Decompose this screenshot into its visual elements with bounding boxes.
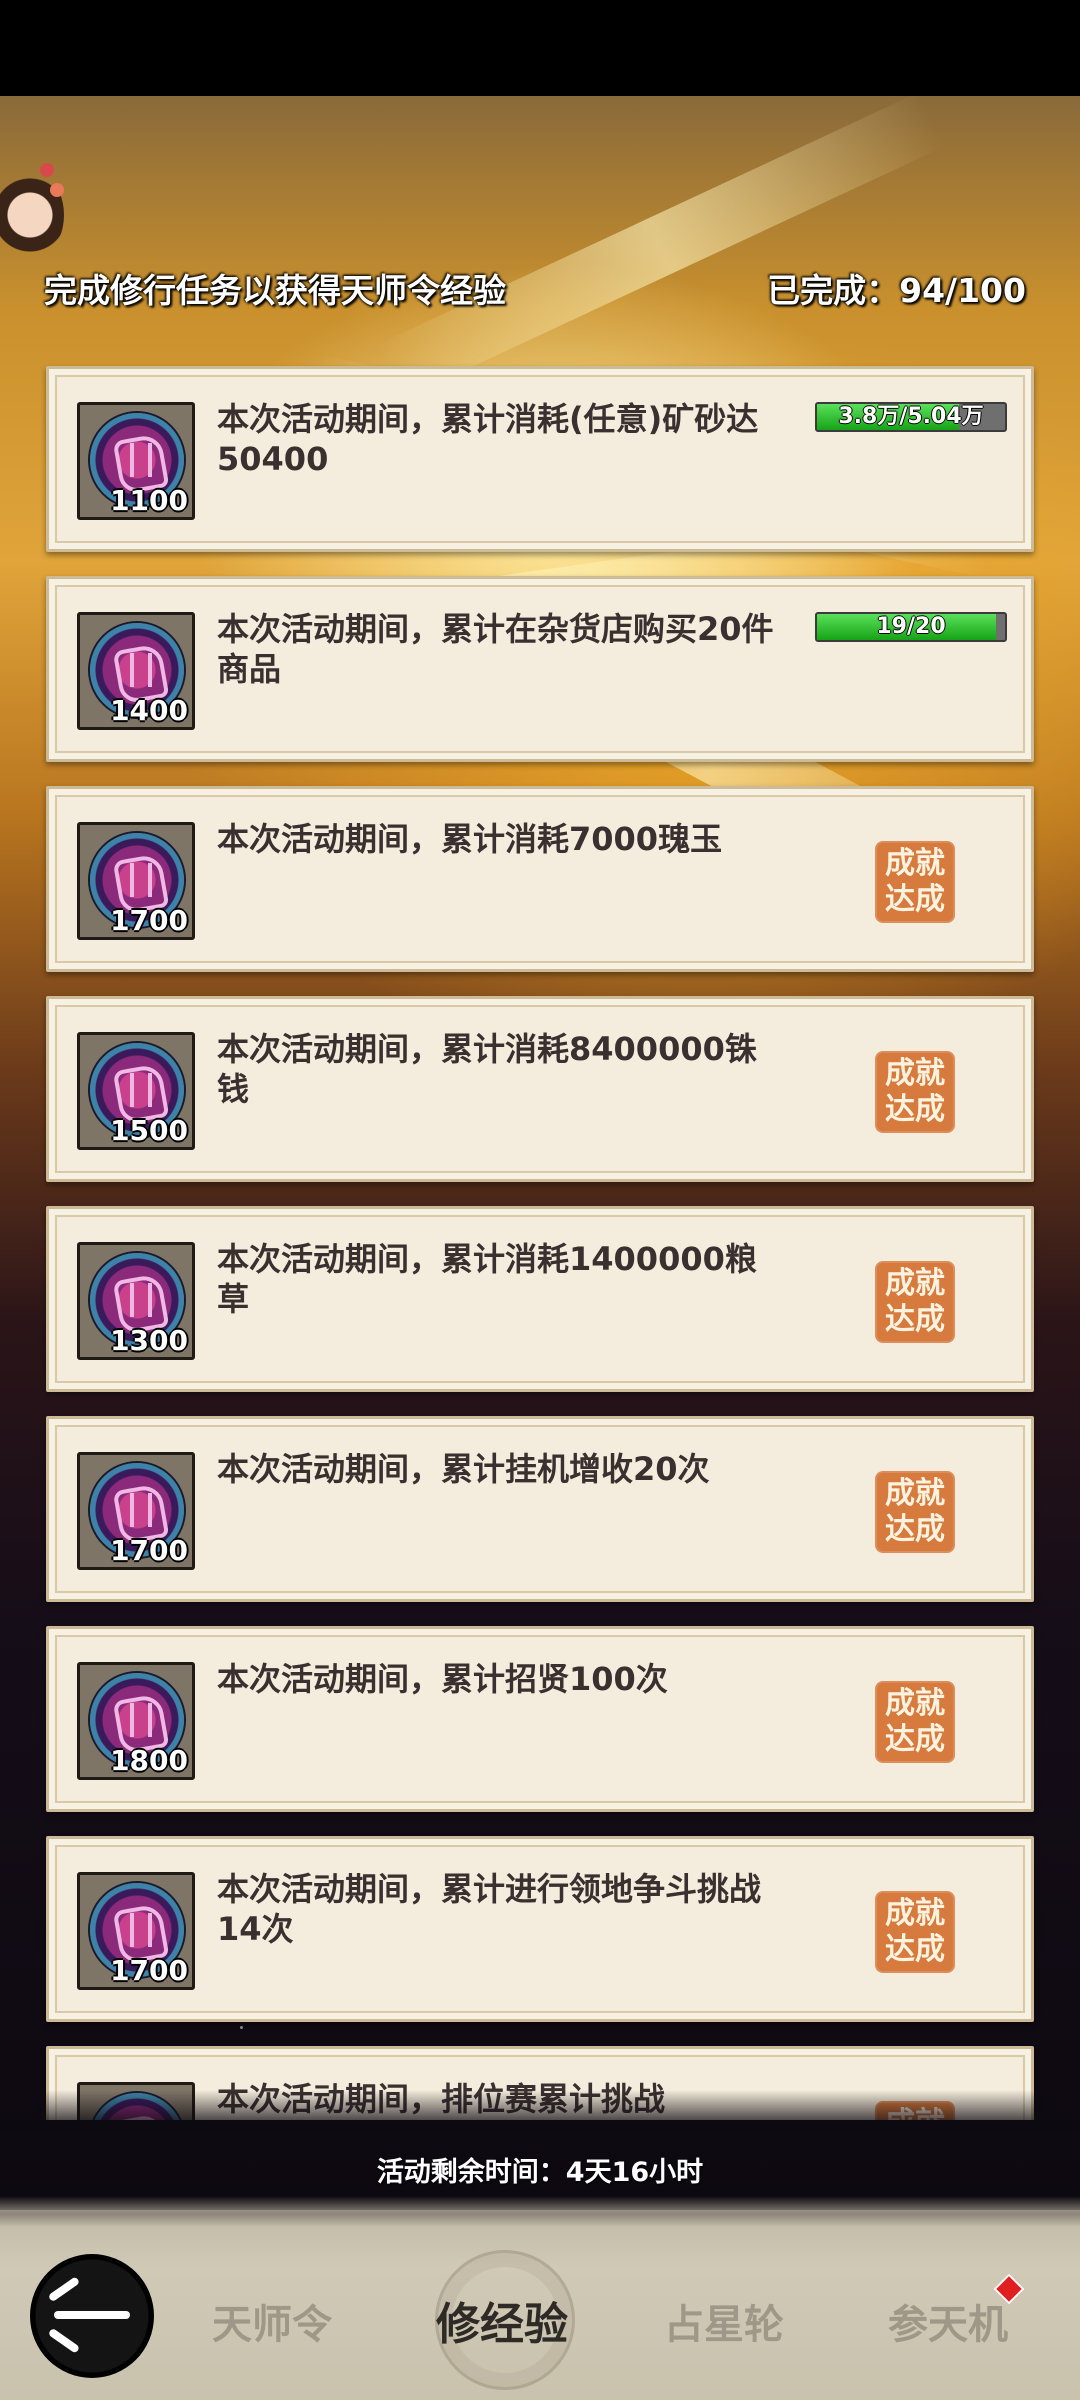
task-card: 1400 本次活动期间，累计在杂货店购买20件商品 19/20 [46, 576, 1034, 762]
bottom-navigation: 天师令 修经验 占星轮 参天机 [0, 2196, 1080, 2400]
task-description: 本次活动期间，累计消耗8400000铢钱 [217, 1030, 757, 1108]
task-description: 本次活动期间，累计消耗7000瑰玉 [217, 820, 723, 858]
achievement-complete-stamp: 成就 达成 [875, 1891, 955, 1973]
achievement-complete-stamp: 成就 达成 [875, 1471, 955, 1553]
reward-amount: 1700 [110, 1954, 188, 1987]
reward-item[interactable]: 1100 [77, 402, 195, 520]
task-list[interactable]: 1100 本次活动期间，累计消耗(任意)矿砂达50400 3.8万/5.04万 … [0, 360, 1080, 2120]
stamp-line: 达成 [885, 1512, 945, 1547]
stamp-line: 成就 [885, 1896, 945, 1931]
task-description: 本次活动期间，累计进行领地争斗挑战14次 [217, 1870, 762, 1948]
stamp-line: 达成 [885, 1932, 945, 1967]
status-bar [0, 0, 1080, 96]
progress-text: 19/20 [876, 614, 946, 639]
reward-amount: 1700 [110, 904, 188, 937]
task-progress-bar: 3.8万/5.04万 [815, 402, 1007, 432]
reward-amount: 1700 [110, 1534, 188, 1567]
task-card: 1300 本次活动期间，累计消耗1400000粮草 成就 达成 [46, 1206, 1034, 1392]
stamp-line: 成就 [885, 1476, 945, 1511]
task-card: 1700 本次活动期间，累计消耗7000瑰玉 成就 达成 [46, 786, 1034, 972]
reward-amount: 1500 [110, 1114, 188, 1147]
task-description: 本次活动期间，累计消耗1400000粮草 [217, 1240, 757, 1318]
tab-tianshiling[interactable]: 天师令 [212, 2292, 332, 2350]
reward-amount: 1400 [110, 694, 188, 727]
achievement-complete-stamp: 成就 达成 [875, 1681, 955, 1763]
reward-amount: 1800 [110, 1744, 188, 1777]
achievement-complete-stamp: 成就 达成 [875, 841, 955, 923]
page-title: 完成修行任务以获得天师令经验 [44, 271, 506, 310]
task-card: 1700 本次活动期间，累计进行领地争斗挑战14次 成就 达成 [46, 1836, 1034, 2022]
progress-text: 3.8万/5.04万 [838, 404, 984, 429]
stamp-line: 达成 [885, 1722, 945, 1757]
reward-amount: 1300 [110, 1324, 188, 1357]
stamp-line: 达成 [885, 882, 945, 917]
reward-item[interactable]: 1700 [77, 822, 195, 940]
task-description: 本次活动期间，累计在杂货店购买20件商品 [217, 610, 774, 688]
task-description: 本次活动期间，累计消耗(任意)矿砂达50400 [217, 400, 759, 478]
tab-xiujingyan[interactable]: 修经验 [436, 2288, 568, 2352]
task-card: 1100 本次活动期间，累计消耗(任意)矿砂达50400 3.8万/5.04万 [46, 366, 1034, 552]
task-card: 1500 本次活动期间，累计消耗8400000铢钱 成就 达成 [46, 996, 1034, 1182]
reward-item[interactable]: 1700 [77, 1872, 195, 1990]
reward-item[interactable]: 1400 [77, 612, 195, 730]
reward-item[interactable]: 1500 [77, 1032, 195, 1150]
list-fade-overlay [0, 2090, 1080, 2130]
stamp-line: 达成 [885, 1092, 945, 1127]
achievement-complete-stamp: 成就 达成 [875, 1261, 955, 1343]
event-remaining-time: 活动剩余时间：4天16小时 [376, 2157, 704, 2188]
reward-item[interactable]: 1300 [77, 1242, 195, 1360]
tab-zhanxinglun[interactable]: 占星轮 [664, 2292, 784, 2350]
tab-cantianji[interactable]: 参天机 [888, 2292, 1008, 2350]
completion-count: 已完成：94/100 [767, 271, 1026, 310]
reward-item[interactable]: 1800 [77, 1662, 195, 1780]
achievement-complete-stamp: 成就 达成 [875, 1051, 955, 1133]
task-progress-bar: 19/20 [815, 612, 1007, 642]
stamp-line: 成就 [885, 1686, 945, 1721]
task-card: 1800 本次活动期间，累计招贤100次 成就 达成 [46, 1626, 1034, 1812]
stamp-line: 成就 [885, 1056, 945, 1091]
task-description: 本次活动期间，累计挂机增收20次 [217, 1450, 710, 1488]
stamp-line: 成就 [885, 1266, 945, 1301]
task-card: 1700 本次活动期间，累计挂机增收20次 成就 达成 [46, 1416, 1034, 1602]
stamp-line: 达成 [885, 1302, 945, 1337]
task-description: 本次活动期间，累计招贤100次 [217, 1660, 668, 1698]
reward-amount: 1100 [110, 484, 188, 517]
back-button[interactable] [30, 2254, 154, 2378]
stamp-line: 成就 [885, 846, 945, 881]
reward-item[interactable]: 1700 [77, 1452, 195, 1570]
back-arrow-icon [54, 2311, 130, 2319]
